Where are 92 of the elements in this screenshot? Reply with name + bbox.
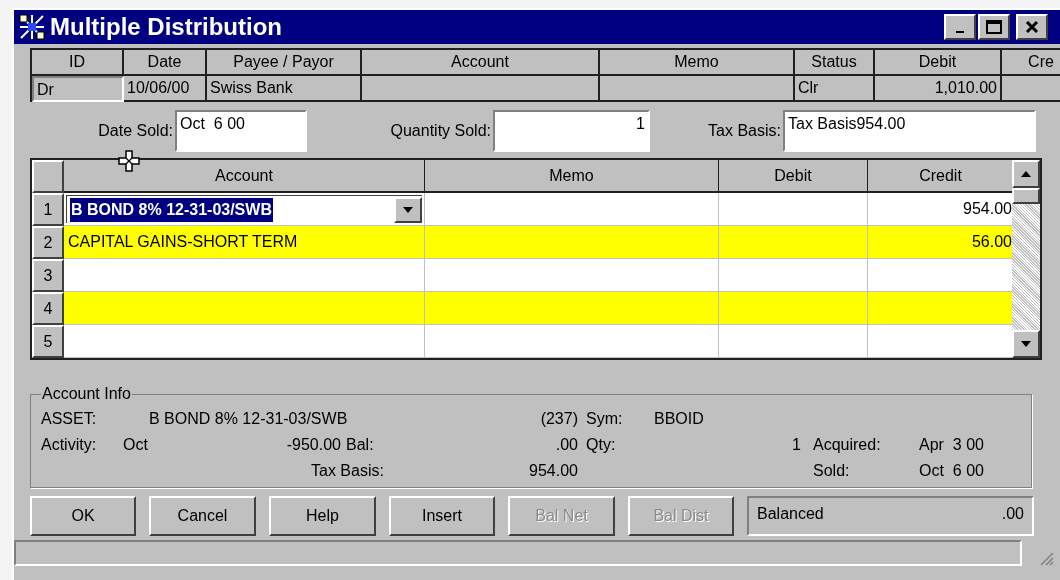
maximize-button[interactable] <box>978 14 1010 40</box>
table-cell[interactable] <box>425 325 719 358</box>
balance-amount: .00 <box>1001 504 1024 524</box>
info-value: Oct 6 00 <box>919 461 985 481</box>
row-number: 2 <box>32 226 64 259</box>
table-cell[interactable]: CAPITAL GAINS-SHORT TERM <box>64 226 425 259</box>
column-header: Memo <box>600 50 795 76</box>
input-field[interactable]: 1 <box>493 110 650 152</box>
table-cell[interactable] <box>425 259 719 292</box>
info-label: Acquired: <box>813 435 882 455</box>
dialog-button[interactable]: Cancel <box>149 496 256 536</box>
info-label: ASSET: <box>41 409 98 429</box>
input-field[interactable]: Oct 6 00 <box>175 110 307 152</box>
table-cell[interactable] <box>719 259 868 292</box>
scroll-down-button[interactable] <box>1012 330 1040 358</box>
column-header: Account <box>362 50 600 76</box>
table-cell: 1,010.00 <box>875 76 1002 102</box>
column-header: Date <box>124 50 207 76</box>
info-value: Apr 3 00 <box>919 435 985 455</box>
selected-text: B BOND 8% 12-31-03/SWB <box>70 197 273 222</box>
table-cell[interactable]: 56.00 <box>868 226 1014 259</box>
row-number: 1 <box>32 193 64 226</box>
info-value: 1 <box>791 435 801 455</box>
field-label: Tax Basis: <box>707 121 782 141</box>
table-cell[interactable] <box>425 226 719 259</box>
table-cell[interactable] <box>868 259 1014 292</box>
column-header: Cre <box>1002 50 1060 76</box>
info-value: B BOND 8% 12-31-03/SWB <box>149 409 348 429</box>
column-header[interactable]: Memo <box>425 160 719 193</box>
dropdown-button[interactable] <box>394 196 422 223</box>
table-cell[interactable] <box>64 292 425 325</box>
field-label: Quantity Sold: <box>389 121 492 141</box>
table-cell: 10/06/00 <box>124 76 207 102</box>
table-cell[interactable] <box>719 325 868 358</box>
scrollbar[interactable] <box>1012 160 1040 358</box>
info-value: .00 <box>555 435 578 455</box>
table-cell[interactable]: 954.00 <box>868 193 1014 226</box>
dialog-button[interactable]: Insert <box>389 496 495 536</box>
info-label: Tax Basis: <box>311 461 384 481</box>
close-icon <box>1025 20 1039 34</box>
cursor-icon <box>118 150 140 172</box>
down-arrow-icon <box>1021 341 1031 347</box>
column-header[interactable]: Account <box>64 160 425 193</box>
group-title: Account Info <box>41 384 132 404</box>
table-cell: Dr <box>32 76 124 102</box>
minimize-button[interactable] <box>944 14 976 40</box>
table-cell[interactable] <box>719 292 868 325</box>
field-label: Date Sold: <box>97 121 174 141</box>
up-arrow-icon <box>1021 171 1031 177</box>
table-cell[interactable] <box>719 226 868 259</box>
window-title: Multiple Distribution <box>50 15 282 39</box>
info-value: 954.00 <box>529 461 578 481</box>
table-cell-text: CAPITAL GAINS-SHORT TERM <box>67 232 298 252</box>
table-cell[interactable] <box>425 193 719 226</box>
table-cell[interactable] <box>64 325 425 358</box>
column-header: Status <box>795 50 875 76</box>
column-header: ID <box>32 50 124 76</box>
input-field[interactable]: Tax Basis954.00 <box>783 110 1036 152</box>
info-value: (237) <box>539 409 578 429</box>
table-cell[interactable] <box>868 325 1014 358</box>
info-value: Oct <box>122 435 148 455</box>
minimize-icon <box>956 31 964 33</box>
table-cell[interactable] <box>868 292 1014 325</box>
balance-label: Balanced <box>757 504 824 524</box>
corner-header <box>32 160 64 193</box>
table-cell[interactable] <box>64 259 425 292</box>
row-number: 5 <box>32 325 64 358</box>
resize-grip-icon <box>1038 550 1054 566</box>
scroll-thumb[interactable] <box>1012 188 1040 204</box>
dialog-button[interactable]: Help <box>269 496 376 536</box>
info-label: Qty: <box>586 435 617 455</box>
row-number: 3 <box>32 259 64 292</box>
row-number: 4 <box>32 292 64 325</box>
maximize-icon <box>986 20 1002 34</box>
table-cell[interactable] <box>425 292 719 325</box>
table-cell[interactable] <box>719 193 868 226</box>
table-cell: Swiss Bank <box>207 76 362 102</box>
info-label: Activity: <box>41 435 98 455</box>
info-label: Bal: <box>346 435 374 455</box>
column-header[interactable]: Debit <box>719 160 868 193</box>
table-cell: Clr <box>795 76 875 102</box>
close-button[interactable] <box>1016 14 1048 40</box>
caret-icon <box>403 206 413 213</box>
info-label: Sym: <box>586 409 624 429</box>
app-icon <box>18 13 46 41</box>
column-header: Debit <box>875 50 1002 76</box>
scroll-up-button[interactable] <box>1012 160 1040 188</box>
info-value: BBOID <box>654 409 705 429</box>
info-value: -950.00 <box>286 435 341 455</box>
column-header: Payee / Payor <box>207 50 362 76</box>
dialog-button[interactable]: OK <box>30 496 136 536</box>
info-label: Sold: <box>813 461 851 481</box>
